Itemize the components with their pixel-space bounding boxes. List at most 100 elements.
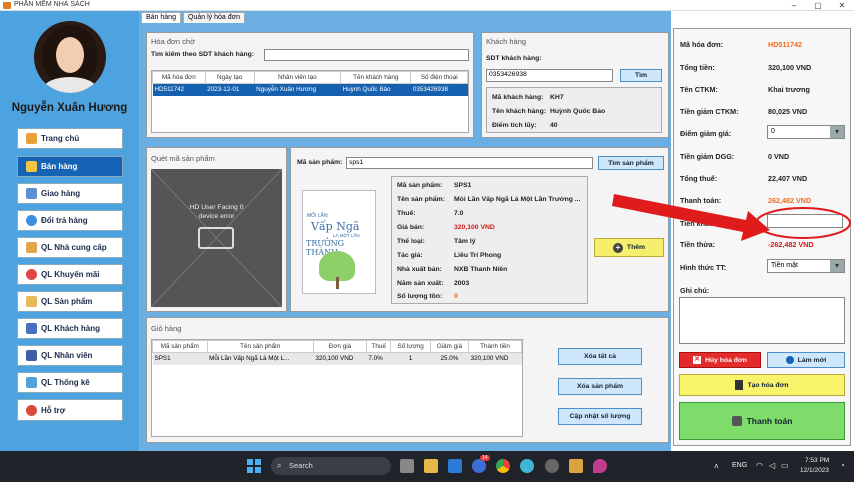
nav-returns[interactable]: Đổi trả hàng [17,210,123,231]
table-cell: Huỳnh Quốc Bảo [340,83,411,96]
product-field-value: Mỗi Lần Vấp Ngã Là Một Lần Trưởng ... [454,196,581,203]
scan-title: Quét mã sản phẩm [151,154,215,163]
customers-icon [26,323,37,334]
mail-icon[interactable] [448,459,462,473]
task-view-icon[interactable] [400,459,414,473]
close-icon[interactable]: ✕ [830,0,854,11]
column-header[interactable]: Đơn giá [313,340,367,353]
notification-badge: 14 [480,455,490,461]
minimize-icon[interactable]: – [782,0,806,11]
truck-icon [26,188,37,199]
chrome-icon[interactable] [496,459,510,473]
invoice-code-label: Mã hóa đơn: [680,40,724,49]
column-header[interactable]: Số điện thoại [410,71,468,84]
column-header[interactable]: Giảm giá [429,340,470,353]
clock-time[interactable]: 7:53 PM [805,457,829,464]
pending-search-input[interactable] [264,49,469,61]
nav-sales[interactable]: Bán hàng [17,156,123,177]
nav-products[interactable]: QL Sản phẩm [17,291,123,312]
search-icon: ⌕ [277,461,282,470]
messenger-icon[interactable]: 14 [472,455,490,473]
refresh-icon [785,356,794,364]
promo-name-label: Tên CTKM: [680,85,718,94]
nav-promotions[interactable]: QL Khuyến mãi [17,264,123,285]
customer-title: Khách hàng [486,37,527,46]
sale-icon [26,269,37,280]
column-header[interactable]: Tên khách hàng [340,71,412,84]
customer-name-label: Tên khách hàng: [492,108,547,115]
nav-home[interactable]: Trang chủ [17,128,123,149]
refresh-icon [26,215,37,226]
nav-customers[interactable]: QL Khách hàng [17,318,123,339]
settings-gear-icon[interactable] [545,459,559,473]
box-icon [26,296,37,307]
product-field-label: Thể loại: [397,238,425,245]
table-row[interactable]: HD511742 2023-12-01 Nguyễn Xuân Hương Hu… [152,83,468,96]
update-quantity-button[interactable]: Cập nhật số lượng [558,408,642,425]
tray-chevron-up-icon[interactable]: ˄ [714,462,719,471]
table-cell: 7.0% [368,355,383,363]
product-code-label: Mã sản phẩm: [297,159,343,166]
notification-bell-icon[interactable]: ◔ [840,461,845,470]
find-product-button[interactable]: Tìm sản phẩm [598,156,664,170]
tab-sales[interactable]: Bán hàng [141,12,181,23]
column-header[interactable]: Thuế [365,340,392,353]
pending-invoices-table: Mã hóa đơn Ngày tạo Nhân viên tạo Tên kh… [151,70,469,133]
product-field-label: Năm sản xuất: [397,280,444,287]
red-circle-annotation [755,207,851,239]
column-header[interactable]: Mã hóa đơn [152,71,206,84]
app-drop-icon[interactable] [593,459,607,473]
product-price-value: 320,100 VND [454,224,495,231]
create-invoice-button[interactable]: Tạo hóa đơn [679,374,845,396]
column-header[interactable]: Mã sản phẩm [152,340,208,353]
refresh-button[interactable]: Làm mới [767,352,845,368]
edge-icon[interactable] [520,459,534,473]
clock-date[interactable]: 12/1/2023 [800,467,829,474]
note-textarea[interactable] [679,297,845,344]
wifi-icon[interactable]: ◠ [756,461,763,470]
find-customer-button[interactable]: Tìm [620,69,662,82]
product-field-label: Giá bán: [397,224,425,231]
nav-delivery[interactable]: Giao hàng [17,183,123,204]
points-discount-select[interactable]: 0 ▾ [767,125,845,139]
table-row[interactable]: SPS1 Mỗi Lần Vấp Ngã Là Một L... 320,100… [152,352,522,365]
column-header[interactable]: Tên sản phẩm [206,340,315,353]
column-header[interactable]: Nhân viên tạo [253,71,342,84]
cart-table: Mã sản phẩm Tên sản phẩm Đơn giá Thuế Số… [151,339,523,437]
taskbar-search[interactable]: ⌕ Search [271,457,391,475]
customer-phone-input[interactable]: 0353426938 [486,69,613,82]
product-code-input[interactable]: sps1 [346,157,593,169]
column-header[interactable]: Ngày tạo [204,71,255,84]
nav-staff[interactable]: QL Nhân viên [17,345,123,366]
table-cell: 320,100 VND [470,355,509,363]
battery-icon[interactable]: ▭ [781,461,789,470]
nav-help[interactable]: Hỗ trợ [17,399,123,421]
chart-icon [26,377,37,388]
pending-search-label: Tìm kiếm theo SDT khách hàng: [151,51,255,58]
windows-start-icon[interactable] [247,459,261,473]
cancel-invoice-button[interactable]: ✕ Hủy hóa đơn [679,352,761,368]
tab-invoice-management[interactable]: Quản lý hóa đơn [183,12,246,23]
clear-cart-button[interactable]: Xóa tất cả [558,348,642,365]
product-field-label: Nhà xuất bản: [397,266,442,273]
nav-statistics[interactable]: QL Thống kê [17,372,123,393]
column-header[interactable]: Thành tiền [468,340,522,353]
table-cell: 2023-12-01 [205,83,255,96]
file-explorer-icon[interactable] [424,459,438,473]
maximize-icon[interactable]: ▢ [806,0,830,11]
annotation-overlay [612,194,851,241]
note-label: Ghi chú: [680,286,710,295]
nav-suppliers[interactable]: QL Nhà cung cấp [17,237,123,258]
table-cell: 320,100 VND [315,355,354,363]
customer-points-value: 40 [550,122,558,129]
checkout-button[interactable]: Thanh toán [679,402,845,440]
java-app-icon[interactable] [569,459,583,473]
chevron-down-icon: ▾ [830,260,844,272]
remove-product-button[interactable]: Xóa sản phẩm [558,378,642,395]
payment-method-select[interactable]: Tiền mặt ▾ [767,259,845,273]
language-indicator[interactable]: ENG [732,462,747,469]
volume-icon[interactable]: ◁ [769,461,775,470]
handshake-icon [26,242,37,253]
column-header[interactable]: Số lượng [390,340,431,353]
app-icon [3,2,11,9]
